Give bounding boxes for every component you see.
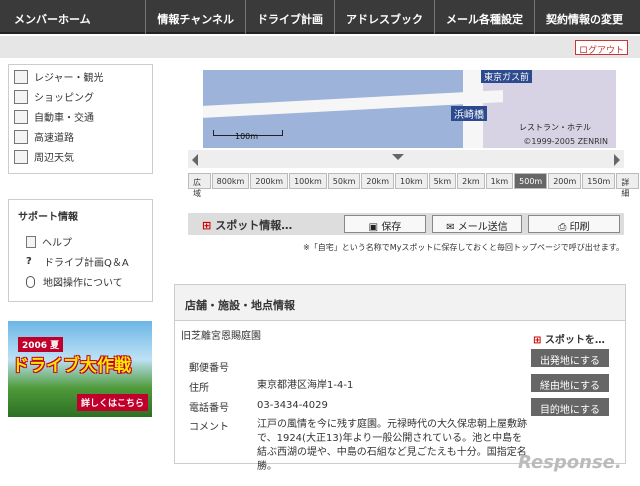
banner-title: ドライブ大作戦 (12, 356, 131, 376)
save-label: 保存 (381, 222, 402, 233)
home-spot-note: ※「自宅」という名称でMyスポットに保存しておくと毎回トップページで呼び出せます… (303, 243, 624, 252)
category-highway[interactable]: 高速道路 (14, 129, 74, 144)
field-value: 江戸の風情を今に残す庭園。元禄時代の大久保忠朝上屋敷跡で、1924(大正13)年… (257, 419, 527, 472)
document-icon (26, 235, 36, 248)
banner-cta[interactable]: 詳しくはこちら (76, 394, 148, 411)
spot-icon: ⊞ (533, 335, 545, 346)
field-key: コメント (189, 422, 229, 433)
pan-left-icon[interactable] (192, 154, 198, 166)
weather-icon (14, 149, 28, 164)
sub-bar (0, 36, 640, 58)
support-help[interactable]: ヘルプ (26, 234, 72, 249)
support-label: ヘルプ (42, 238, 72, 249)
category-label: 高速道路 (34, 133, 74, 144)
nav-info-channel[interactable]: 情報チャンネル (145, 0, 245, 34)
zoom-level[interactable]: 10km (394, 173, 428, 189)
zoom-level[interactable]: 100km (289, 173, 327, 189)
zoom-level-active[interactable]: 500m (514, 173, 548, 189)
field-key: 郵便番号 (189, 363, 229, 374)
nav-drive-plan[interactable]: ドライブ計画 (245, 0, 334, 34)
zoom-level[interactable]: 詳細 (616, 173, 639, 198)
support-label: ドライブ計画Q＆A (44, 258, 129, 269)
zoom-level[interactable]: 20km (361, 173, 394, 189)
zoom-level[interactable]: 広域 (188, 173, 211, 198)
support-label: 地図操作について (43, 278, 123, 289)
print-icon: ⎙ (558, 222, 570, 233)
mail-icon: ✉ (446, 222, 458, 233)
save-button[interactable]: ▣ 保存 (344, 215, 426, 233)
nav-member-home[interactable]: メンバーホーム (14, 11, 91, 27)
map-copyright: ©1999-2005 ZENRIN (523, 137, 608, 146)
map-label: レストラン・ホテル (519, 123, 591, 132)
place-info-panel: 店舗・施設・地点情報 旧芝離宮恩賜庭園 ⊞ スポットを… 出発地にする 経由地に… (174, 284, 626, 472)
zoom-level[interactable]: 5km (428, 173, 457, 189)
logout-button[interactable]: ログアウト (574, 40, 628, 56)
map-label: 東京ガス前 (481, 70, 533, 83)
nav-mail-settings[interactable]: メール各種設定 (434, 0, 534, 34)
send-mail-button[interactable]: ✉ メール送信 (432, 215, 522, 233)
nav-contract-change[interactable]: 契約情報の変更 (534, 0, 634, 34)
field-key: 住所 (189, 383, 209, 394)
nav-address-book[interactable]: アドレスブック (334, 0, 434, 34)
field-value: 東京都港区海岸1-4-1 (257, 380, 354, 391)
spot-icon: ⊞ (202, 219, 212, 232)
highway-icon (14, 129, 28, 144)
zoom-level[interactable]: 1km (485, 173, 514, 189)
spot-toolbar: ⊞ スポット情報… ▣ 保存 ✉ メール送信 ⎙ 印刷 (188, 213, 624, 235)
field-value: 03-3434-4029 (257, 400, 328, 411)
support-heading: サポート情報 (8, 199, 153, 227)
print-label: 印刷 (569, 222, 590, 233)
category-weather[interactable]: 周辺天気 (14, 149, 74, 164)
zoom-level-bar: 広域 800km 200km 100km 50km 20km 10km 5km … (188, 173, 640, 198)
top-navigation: メンバーホーム 情報チャンネル ドライブ計画 アドレスブック メール各種設定 契… (0, 0, 640, 34)
zoom-level[interactable]: 200km (250, 173, 289, 189)
map-view[interactable]: 東京ガス前 浜崎橋 レストラン・ホテル 100m ©1999-2005 ZENR… (203, 70, 616, 148)
nav-menu: 情報チャンネル ドライブ計画 アドレスブック メール各種設定 契約情報の変更 (145, 0, 634, 34)
map-label: 浜崎橋 (451, 106, 487, 121)
zoom-level[interactable]: 800km (211, 173, 250, 189)
zoom-level[interactable]: 50km (327, 173, 361, 189)
place-name: 旧芝離宮恩賜庭園 (181, 331, 261, 342)
category-label: ショッピング (34, 93, 94, 104)
place-info-heading: 店舗・施設・地点情報 (175, 285, 625, 321)
pan-down-icon[interactable] (392, 154, 404, 160)
car-icon (14, 109, 28, 124)
banner-year: 2006 夏 (18, 337, 64, 352)
response-watermark: Response. (518, 452, 622, 473)
category-label: 周辺天気 (34, 153, 74, 164)
mouse-icon (26, 275, 35, 288)
spot-info-title: ⊞ スポット情報… (202, 217, 292, 233)
mail-label: メール送信 (457, 222, 508, 233)
save-icon: ▣ (368, 222, 382, 233)
field-key: 電話番号 (189, 403, 229, 414)
zoom-level[interactable]: 150m (582, 173, 616, 189)
question-icon: ? (26, 256, 32, 267)
shopping-icon (14, 89, 28, 104)
spot-info-label: スポット情報… (215, 219, 293, 232)
map-scale-label: 100m (235, 132, 259, 141)
zoom-level[interactable]: 2km (457, 173, 485, 189)
spot-options-label: ⊞ スポットを… (533, 331, 605, 346)
support-map-help[interactable]: 地図操作について (26, 274, 123, 289)
zoom-level[interactable]: 200m (548, 173, 582, 189)
spot-options-text: スポットを… (544, 335, 605, 346)
leisure-icon (14, 69, 28, 84)
drive-campaign-banner[interactable]: 2006 夏 ドライブ大作戦 詳しくはこちら (8, 321, 152, 417)
set-destination-button[interactable]: 目的地にする (531, 398, 609, 416)
print-button[interactable]: ⎙ 印刷 (528, 215, 620, 233)
set-waypoint-button[interactable]: 経由地にする (531, 374, 609, 392)
set-origin-button[interactable]: 出発地にする (531, 349, 609, 367)
support-qa[interactable]: ? ドライブ計画Q＆A (26, 254, 129, 269)
map-pan-control (188, 150, 624, 168)
category-label: レジャー・観光 (34, 73, 104, 84)
category-leisure[interactable]: レジャー・観光 (14, 69, 104, 84)
category-traffic[interactable]: 自動車・交通 (14, 109, 94, 124)
category-label: 自動車・交通 (34, 113, 94, 124)
pan-right-icon[interactable] (614, 154, 620, 166)
category-shopping[interactable]: ショッピング (14, 89, 94, 104)
